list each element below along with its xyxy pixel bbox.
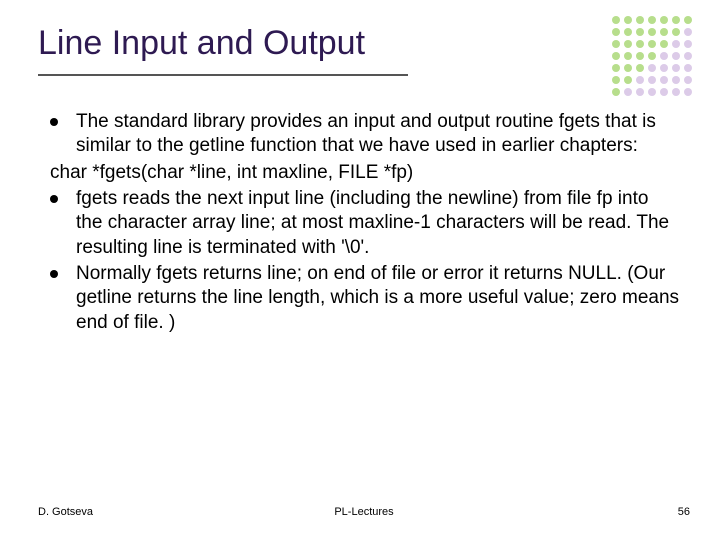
dot-icon [648,88,656,96]
dot-icon [672,64,680,72]
dot-icon [660,64,668,72]
dot-icon [660,88,668,96]
bullet-item: The standard library provides an input a… [50,110,680,159]
dot-icon [636,40,644,48]
dot-icon [684,52,692,60]
dot-icon [648,16,656,24]
dot-icon [624,88,632,96]
dot-icon [672,16,680,24]
dot-icon [660,40,668,48]
dot-icon [660,28,668,36]
bullet-item: Normally fgets returns line; on end of f… [50,262,680,335]
dot-icon [636,64,644,72]
dot-icon [648,52,656,60]
slide-body: The standard library provides an input a… [50,110,680,337]
dot-icon [672,76,680,84]
dot-icon [636,88,644,96]
dot-icon [660,52,668,60]
dot-icon [612,64,620,72]
dot-icon [660,76,668,84]
decorative-dot-grid [610,14,694,98]
dot-icon [648,40,656,48]
dot-icon [672,28,680,36]
dot-icon [672,40,680,48]
dot-icon [624,16,632,24]
dot-icon [636,52,644,60]
dot-icon [684,28,692,36]
dot-icon [648,64,656,72]
dot-icon [636,76,644,84]
code-line: char *fgets(char *line, int maxline, FIL… [50,161,680,185]
dot-icon [612,16,620,24]
dot-icon [612,28,620,36]
dot-icon [684,16,692,24]
dot-icon [648,76,656,84]
dot-icon [684,64,692,72]
dot-icon [636,16,644,24]
title-underline [38,74,408,76]
dot-icon [684,76,692,84]
dot-icon [612,76,620,84]
slide-title: Line Input and Output [38,24,365,63]
dot-icon [648,28,656,36]
dot-icon [624,28,632,36]
dot-icon [636,28,644,36]
dot-icon [624,40,632,48]
dot-icon [684,40,692,48]
dot-icon [612,88,620,96]
dot-icon [612,52,620,60]
bullet-item: fgets reads the next input line (includi… [50,187,680,260]
footer-center: PL-Lectures [38,506,690,518]
dot-icon [624,76,632,84]
dot-icon [624,64,632,72]
dot-icon [684,88,692,96]
dot-icon [672,88,680,96]
dot-icon [660,16,668,24]
slide-footer: D. Gotseva PL-Lectures 56 [38,506,690,518]
dot-icon [612,40,620,48]
dot-icon [624,52,632,60]
dot-icon [672,52,680,60]
